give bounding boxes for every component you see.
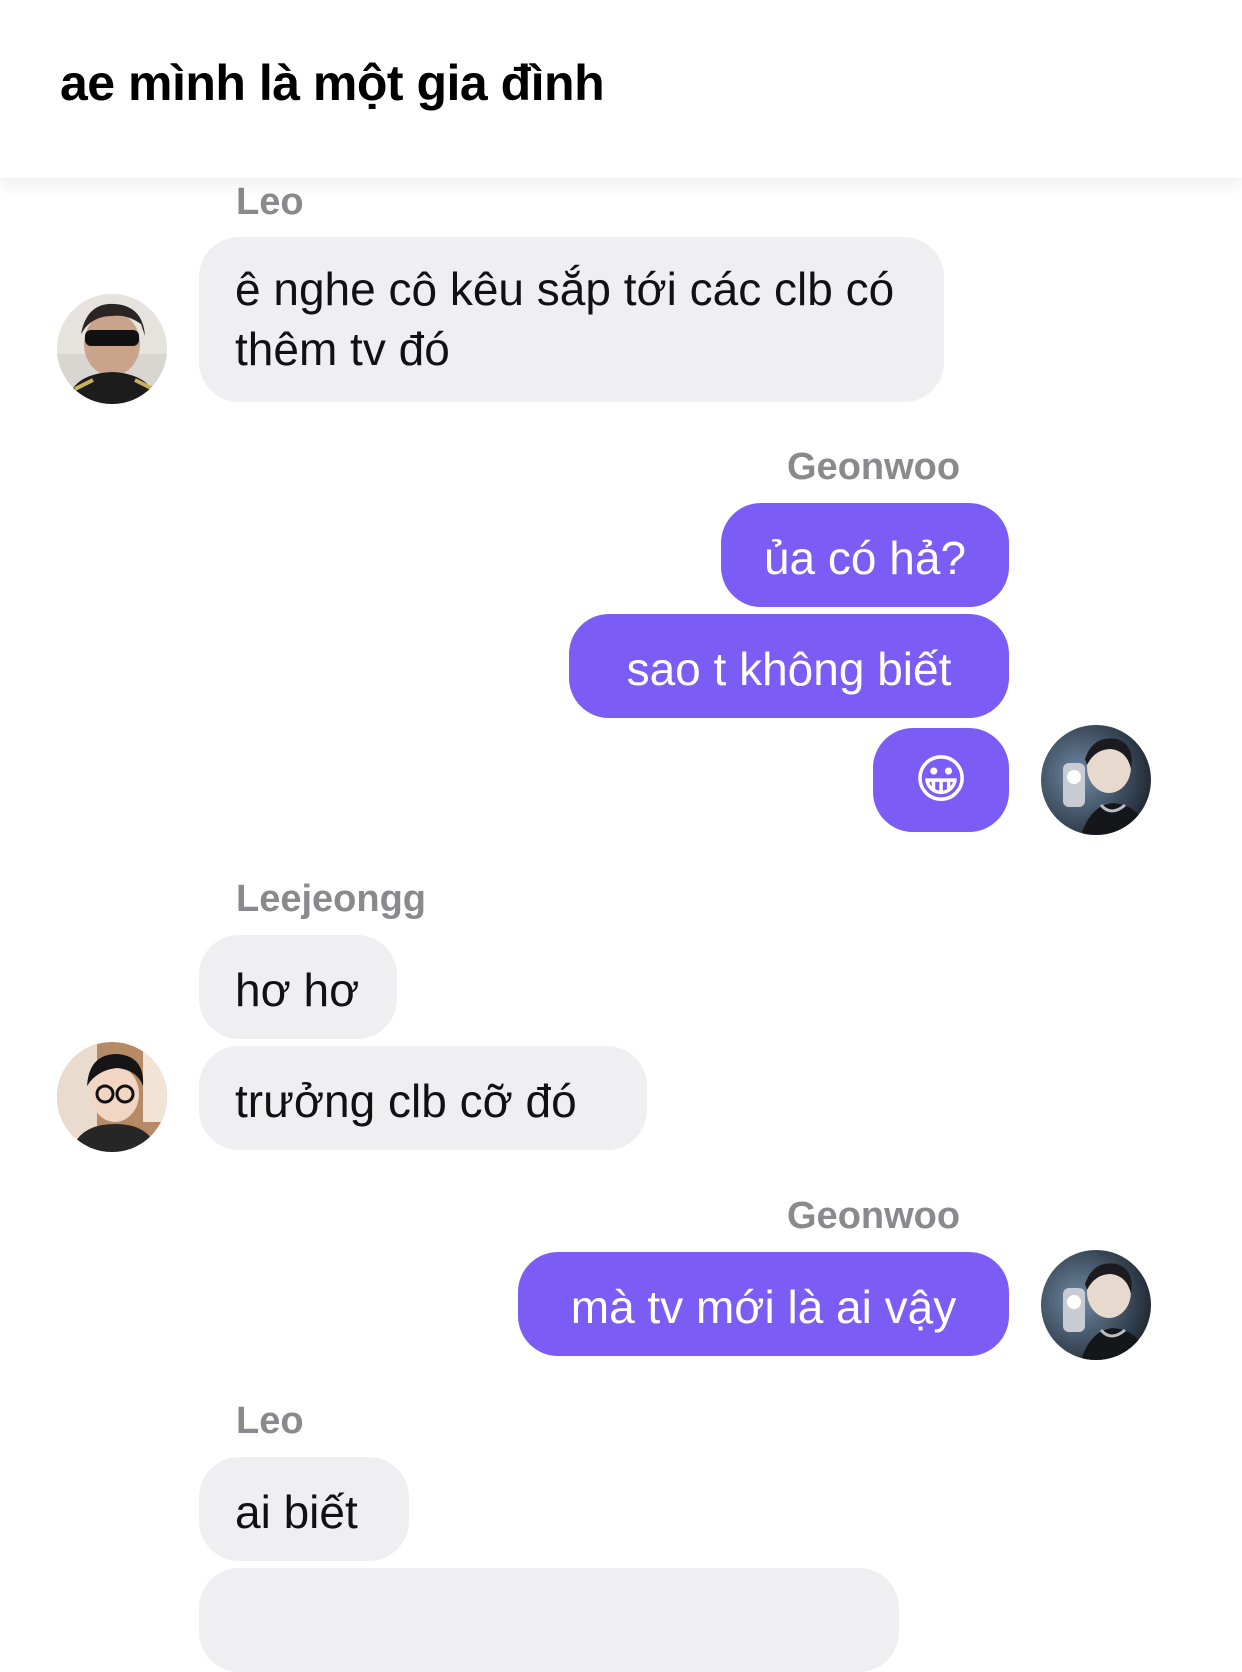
message-bubble-incoming[interactable]: trưởng clb cỡ đó <box>199 1046 647 1150</box>
message-bubble-outgoing[interactable]: ủa có hả? <box>721 503 1009 607</box>
avatar-geonwoo[interactable] <box>1041 1250 1151 1360</box>
message-bubble-incoming[interactable]: hơ hơ <box>199 935 397 1039</box>
avatar-leejeongg[interactable] <box>57 1042 167 1152</box>
sender-name-geonwoo: Geonwoo <box>787 446 961 488</box>
sender-name-leejeongg: Leejeongg <box>236 878 427 920</box>
avatar-geonwoo[interactable] <box>1041 725 1151 835</box>
chat-header: ae mình là một gia đình <box>0 0 1242 178</box>
sender-name-leo: Leo <box>236 1400 304 1442</box>
avatar-leo[interactable] <box>57 294 167 404</box>
sender-name-leo: Leo <box>236 181 304 223</box>
message-bubble-incoming[interactable]: ai biết <box>199 1457 409 1561</box>
message-bubble-outgoing[interactable]: mà tv mới là ai vậy <box>518 1252 1009 1356</box>
grinning-face-emoji[interactable]: 😀 <box>873 728 1009 832</box>
message-bubble-incoming[interactable]: ê nghe cô kêu sắp tới các clb có thêm tv… <box>199 237 944 402</box>
sender-name-geonwoo: Geonwoo <box>787 1195 961 1237</box>
message-bubble-outgoing[interactable]: sao t không biết <box>569 614 1009 718</box>
chat-thread[interactable]: Leo ê nghe cô kêu sắp tới các clb có thê… <box>0 0 1242 1672</box>
chat-title[interactable]: ae mình là một gia đình <box>60 58 605 108</box>
message-bubble-incoming-partial[interactable] <box>199 1568 899 1672</box>
